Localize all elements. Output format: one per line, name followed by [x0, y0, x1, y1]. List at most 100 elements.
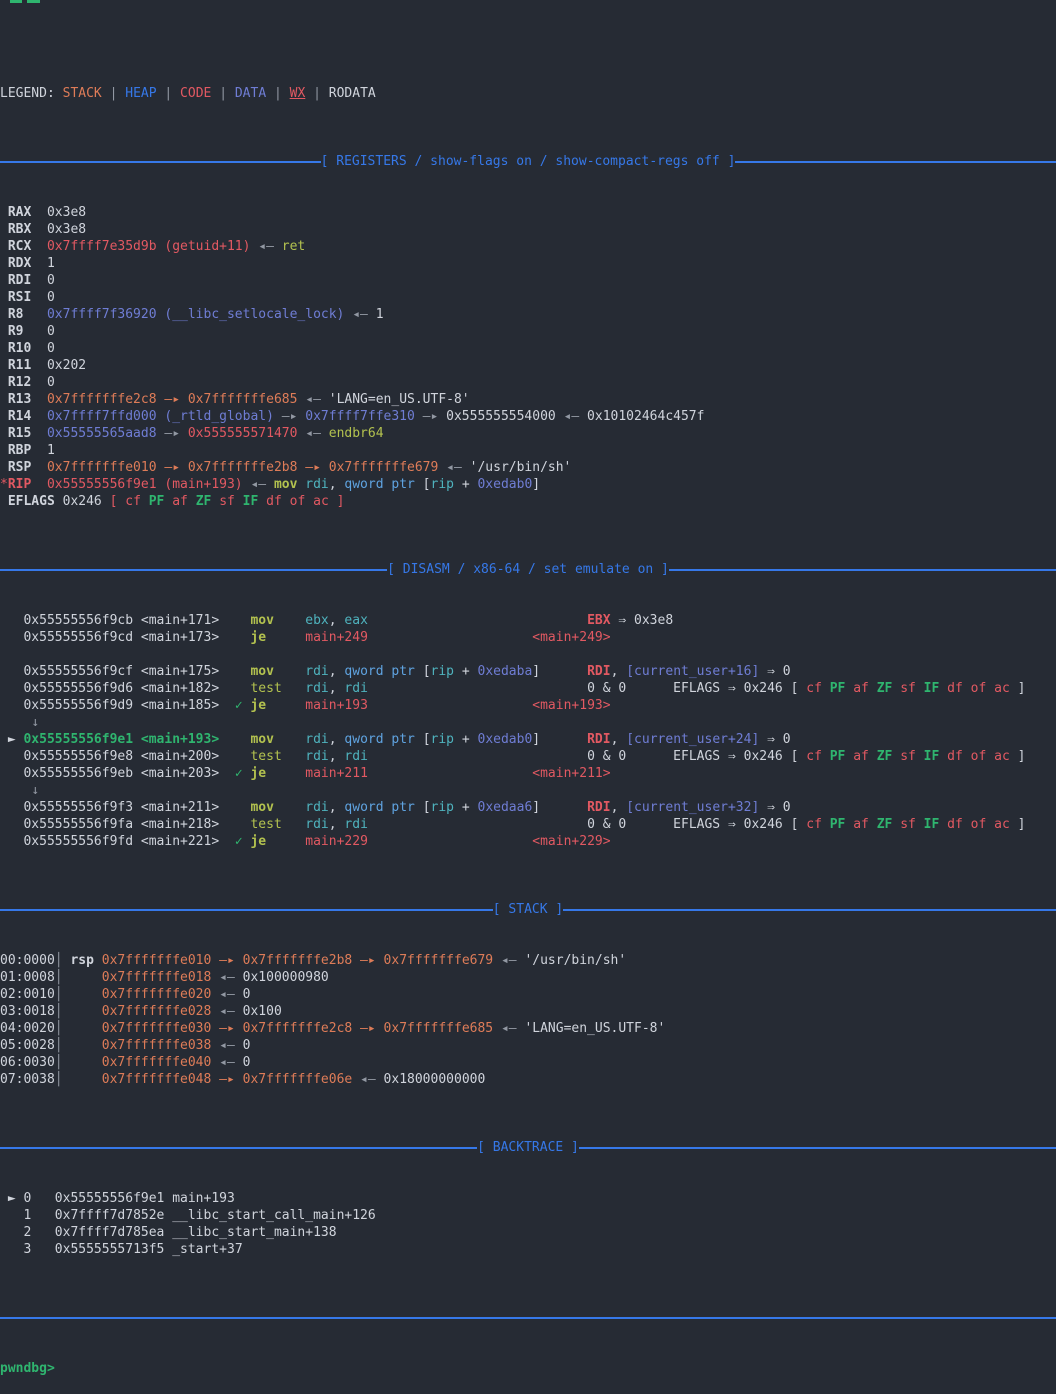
text-segment: [23, 307, 46, 322]
text-segment: [266, 834, 305, 849]
section-divider-line: [0, 909, 493, 911]
prompt-row[interactable]: pwndbg>: [0, 1360, 1056, 1377]
text-segment: 0x100000980: [243, 970, 329, 985]
text-segment: df: [266, 494, 282, 509]
legend: LEGEND: STACK | HEAP | CODE | DATA | WX …: [0, 85, 1056, 102]
text-segment: [0, 1225, 23, 1240]
text-segment: [282, 86, 290, 101]
text-segment: ]: [532, 477, 540, 492]
text-segment: pwndbg>: [0, 1361, 55, 1376]
text-segment: rip: [431, 477, 454, 492]
text-segment: 0: [243, 1055, 251, 1070]
text-segment: 0x3e8: [47, 205, 86, 220]
backtrace-panel: ► 0 0x55555556f9e1 main+193 1 0x7ffff7d7…: [0, 1190, 1056, 1258]
text-segment: 0x3e8: [47, 222, 86, 237]
text-segment: <main+211>: [141, 800, 219, 815]
text-segment: 1: [23, 1208, 31, 1223]
text-segment: of: [971, 749, 987, 764]
text-segment: 0x7fffffffe018: [102, 970, 212, 985]
text-segment: je: [250, 698, 266, 713]
text-segment: +: [454, 732, 477, 747]
text-segment: ◂—: [438, 460, 469, 475]
text-segment: 0x55555556f9cf: [23, 664, 133, 679]
text-segment: ]: [1010, 749, 1026, 764]
text-segment: 0x55555565aad8: [47, 426, 157, 441]
text-segment: [: [783, 817, 806, 832]
section-divider-line: [563, 909, 1056, 911]
text-segment: [368, 613, 587, 628]
text-segment: of: [290, 494, 306, 509]
text-segment: [133, 630, 141, 645]
text-segment: EFLAGS: [8, 494, 55, 509]
text-segment: [102, 494, 110, 509]
text-segment: je: [250, 630, 266, 645]
text-segment: [0, 647, 8, 662]
text-segment: cf: [125, 494, 141, 509]
pwndbg-terminal: LEGEND: STACK | HEAP | CODE | DATA | WX …: [0, 0, 1056, 873]
text-segment: ]: [337, 494, 345, 509]
text-segment: [258, 494, 266, 509]
stack-row-06: 06:0030│ 0x7fffffffe040 ◂— 0: [0, 1054, 1056, 1071]
text-segment: [219, 766, 235, 781]
section-divider-line: [0, 1147, 477, 1149]
text-segment: ZF: [877, 817, 893, 832]
text-segment: [0, 324, 8, 339]
text-segment: [133, 732, 141, 747]
text-segment: qword ptr: [344, 732, 414, 747]
text-segment: 05:0028: [0, 1038, 55, 1053]
text-segment: [963, 749, 971, 764]
text-segment: [133, 817, 141, 832]
text-segment: R8: [8, 307, 24, 322]
text-segment: 0xedab0: [478, 732, 533, 747]
text-segment: ac: [313, 494, 329, 509]
text-segment: [0, 358, 8, 373]
register-row-r15: R15 0x55555565aad8 —▸ 0x555555571470 ◂— …: [0, 425, 1056, 442]
text-segment: ,: [329, 749, 345, 764]
text-segment: 0x7ffff7ffe310: [305, 409, 415, 424]
text-segment: [: [415, 664, 431, 679]
text-segment: 0x7fffffffe028: [102, 1004, 212, 1019]
backtrace-frame-3: 3 0x5555555713f5 _start+37: [0, 1241, 1056, 1258]
text-segment: R13: [8, 392, 31, 407]
text-segment: test: [250, 817, 281, 832]
text-segment: [0, 460, 8, 475]
text-segment: [63, 1004, 102, 1019]
text-segment: rip: [431, 732, 454, 747]
text-segment: [: [783, 681, 806, 696]
text-segment: [31, 222, 47, 237]
text-segment: 0x55555556f9cb: [23, 613, 133, 628]
text-segment: [274, 613, 305, 628]
text-segment: —▸: [157, 426, 188, 441]
disasm-row-main-175: 0x55555556f9cf <main+175> mov rdi, qword…: [0, 663, 1056, 680]
text-segment: 0x7fffffffe679: [384, 953, 494, 968]
text-segment: [0, 613, 23, 628]
register-row-rbx: RBX 0x3e8: [0, 221, 1056, 238]
text-segment: [626, 817, 673, 832]
text-segment: [540, 800, 587, 815]
text-segment: [235, 494, 243, 509]
stack-row-07: 07:0038│ 0x7fffffffe048 —▸ 0x7fffffffe06…: [0, 1071, 1056, 1088]
text-segment: │: [55, 1055, 63, 1070]
text-segment: 0x55555556f9fa: [23, 817, 133, 832]
backtrace-frame-0: ► 0 0x55555556f9e1 main+193: [0, 1190, 1056, 1207]
text-segment: <main+193>: [532, 698, 610, 713]
text-segment: [164, 1225, 172, 1240]
backtrace-section-title: [ BACKTRACE ]: [477, 1139, 579, 1156]
text-segment: 02:0010: [0, 987, 55, 1002]
text-segment: ,: [329, 664, 345, 679]
text-segment: of: [971, 681, 987, 696]
text-segment: IF: [924, 749, 940, 764]
command-prompt-area[interactable]: pwndbg>: [0, 1360, 1056, 1377]
text-segment: ⇒: [720, 681, 743, 696]
text-segment: 0x55555556f9cd: [23, 630, 133, 645]
text-segment: [0, 239, 8, 254]
registers-section-title: [ REGISTERS / show-flags on / show-compa…: [321, 153, 736, 170]
text-segment: —▸: [211, 1072, 242, 1087]
text-segment: 0x55555556f9e1 (main+193): [47, 477, 243, 492]
register-row-r8: R8 0x7ffff7f36920 (__libc_setlocale_lock…: [0, 306, 1056, 323]
text-segment: 0x55555556f9fd: [23, 834, 133, 849]
text-segment: 0x55555556f9eb: [23, 766, 133, 781]
text-segment: cf: [806, 749, 822, 764]
text-segment: 0x246: [744, 749, 783, 764]
text-segment: 0xedaa6: [478, 800, 533, 815]
